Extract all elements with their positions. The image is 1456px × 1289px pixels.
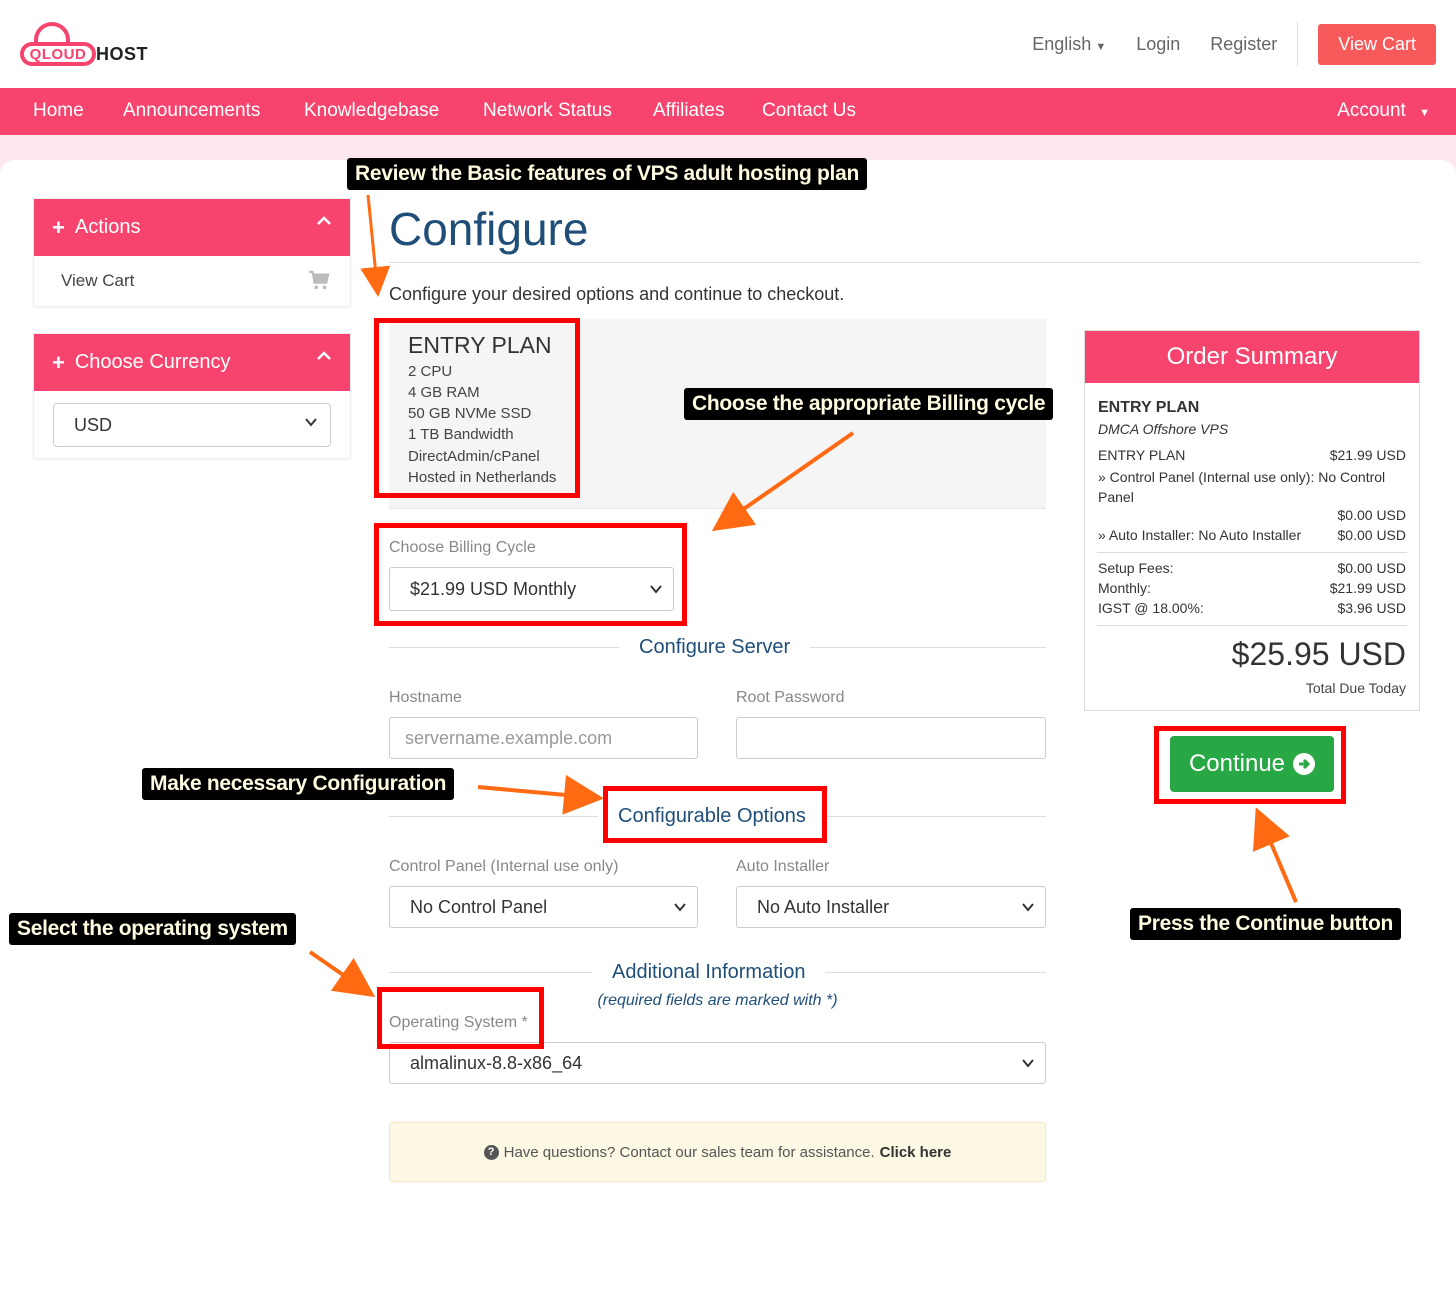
page-subtitle: Configure your desired options and conti… [389,284,845,304]
logo-cloud-text: QLOUD [29,46,87,63]
summary-product-name: ENTRY PLAN [1098,399,1200,416]
actions-panel-header[interactable]: + Actions [34,199,350,256]
monthly-value: $21.99 USD [1329,580,1406,596]
summary-line-label: » Auto Installer: No Auto Installer [1098,527,1302,543]
view-cart-button[interactable]: View Cart [1318,23,1436,65]
login-link[interactable]: Login [1136,34,1180,55]
cart-icon [308,270,330,290]
sales-help-box: ? Have questions? Contact our sales team… [389,1122,1046,1182]
summary-divider [1097,625,1407,626]
nav-network-status[interactable]: Network Status [483,100,612,122]
currency-select[interactable]: USD [53,403,331,447]
title-divider [389,262,1420,263]
nav-affiliates[interactable]: Affiliates [653,100,724,122]
highlight-continue-button [1154,726,1346,804]
divider [1297,22,1299,66]
logo[interactable]: QLOUD HOST [20,20,148,68]
chevron-down-icon [305,418,317,427]
callout-configuration: Make necessary Configuration [142,768,455,800]
chevron-up-icon [316,348,332,369]
currency-panel: + Choose Currency USD [33,333,351,459]
hostname-input[interactable]: servername.example.com [389,717,698,759]
caret-down-icon: ▼ [1419,107,1430,119]
monthly-label: Monthly: [1098,580,1151,596]
setup-fees-label: Setup Fees: [1098,560,1174,576]
caret-down-icon: ▼ [1095,40,1107,53]
logo-host-text: HOST [96,43,149,64]
order-summary-title: Order Summary [1085,331,1419,383]
root-password-input[interactable] [736,717,1046,759]
actions-title: Actions [74,216,141,238]
summary-line-label: » Control Panel (Internal use only): No … [1098,469,1386,505]
actions-panel: + Actions View Cart [33,198,351,307]
currency-panel-header[interactable]: + Choose Currency [34,334,350,391]
summary-line-value: $0.00 USD [1337,507,1406,523]
auto-installer-select[interactable]: No Auto Installer [736,886,1046,928]
root-password-label: Root Password [736,689,845,706]
additional-information-heading: Additional Information [592,961,826,984]
tax-label: IGST @ 18.00%: [1098,600,1204,616]
control-panel-value: No Control Panel [410,896,548,917]
highlight-configurable-options [603,786,827,843]
auto-installer-label: Auto Installer [736,858,830,875]
total-due-label: Total Due Today [1305,680,1406,696]
account-label: Account [1337,100,1406,121]
language-dropdown[interactable]: English ▼ [1032,34,1106,55]
summary-product-group: DMCA Offshore VPS [1098,421,1229,437]
control-panel-label: Control Panel (Internal use only) [389,858,619,875]
plus-icon: + [52,349,65,375]
currency-title: Choose Currency [74,351,231,373]
chevron-down-icon [1022,1059,1034,1068]
main-navbar: Home Announcements Knowledgebase Network… [0,88,1456,135]
chevron-down-icon [674,903,686,912]
callout-continue: Press the Continue button [1130,908,1402,940]
question-icon: ? [483,1144,499,1160]
currency-value: USD [74,414,113,435]
tax-value: $3.96 USD [1337,600,1406,616]
summary-line-label: ENTRY PLAN [1098,447,1186,463]
currency-select-wrap: USD [34,391,350,459]
chevron-down-icon [1022,903,1034,912]
plus-icon: + [52,214,65,240]
help-text: Have questions? Contact our sales team f… [503,1143,875,1161]
language-label: English [1032,33,1092,54]
page-title: Configure [389,203,589,255]
total-due-amount: $25.95 USD [1231,636,1406,672]
order-summary: Order Summary ENTRY PLAN DMCA Offshore V… [1084,330,1420,711]
summary-line-value: $21.99 USD [1329,447,1406,463]
top-links: English ▼ Login Register View Cart [1032,22,1436,66]
nav-account-dropdown[interactable]: Account ▼ [1337,100,1430,122]
summary-line-value: $0.00 USD [1337,527,1406,543]
nav-announcements[interactable]: Announcements [123,100,260,122]
help-link[interactable]: Click here [880,1144,952,1161]
highlight-billing-cycle [374,523,687,626]
callout-operating-system: Select the operating system [9,913,296,945]
cloud-logo-icon: QLOUD [20,20,96,68]
nav-home[interactable]: Home [33,100,84,122]
hostname-label: Hostname [389,689,462,706]
nav-contact-us[interactable]: Contact Us [762,100,856,122]
configure-server-heading: Configure Server [619,636,811,659]
callout-billing-cycle: Choose the appropriate Billing cycle [684,388,1054,420]
callout-review-features: Review the Basic features of VPS adult h… [347,158,867,190]
sidebar-view-cart[interactable]: View Cart [34,256,350,306]
highlight-plan-features [374,318,580,498]
setup-fees-value: $0.00 USD [1337,560,1406,576]
chevron-up-icon [316,213,332,234]
summary-divider [1097,552,1407,553]
top-header: QLOUD HOST English ▼ Login Register View … [0,0,1456,88]
sidebar-view-cart-label: View Cart [61,271,135,290]
nav-knowledgebase[interactable]: Knowledgebase [304,100,439,122]
register-link[interactable]: Register [1210,34,1277,55]
operating-system-value: almalinux-8.8-x86_64 [410,1052,583,1073]
highlight-operating-system [377,987,544,1049]
hostname-placeholder: servername.example.com [405,727,613,748]
control-panel-select[interactable]: No Control Panel [389,886,698,928]
auto-installer-value: No Auto Installer [757,896,890,917]
